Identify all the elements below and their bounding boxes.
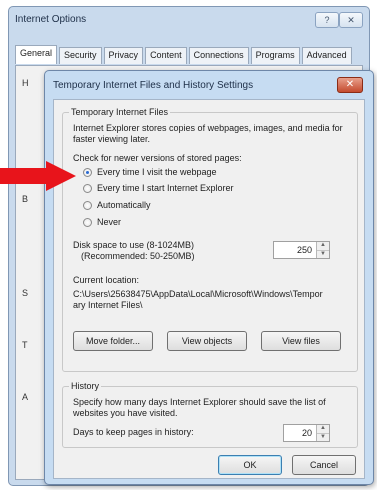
peek-text-t: T — [22, 340, 28, 350]
peek-text-h: H — [22, 78, 29, 88]
dialog-close-button[interactable]: ✕ — [337, 77, 363, 93]
history-group: History Specify how many days Internet E… — [62, 381, 358, 448]
current-location-label: Current location: — [73, 275, 140, 285]
check-newer-label: Check for newer versions of stored pages… — [73, 153, 242, 163]
history-description: Specify how many days Internet Explorer … — [73, 397, 326, 418]
tab-programs[interactable]: Programs — [250, 47, 300, 64]
tab-security[interactable]: Security — [59, 47, 102, 64]
view-objects-button[interactable]: View objects — [167, 331, 247, 351]
tab-strip: General Security Privacy Content Connect… — [15, 45, 354, 66]
temp-files-settings-dialog: Temporary Internet Files and History Set… — [44, 70, 374, 485]
disk-space-recommended: (Recommended: 50-250MB) — [81, 251, 195, 261]
spin-down-icon[interactable]: ▼ — [317, 432, 329, 441]
arrow-shape — [0, 161, 76, 191]
window-title: Internet Options — [15, 14, 87, 25]
cancel-button[interactable]: Cancel — [292, 455, 356, 475]
radio-button[interactable] — [83, 183, 92, 193]
ok-button[interactable]: OK — [218, 455, 282, 475]
disk-space-value[interactable]: 250 — [274, 242, 316, 258]
radio-automatically-label: Automatically — [97, 200, 151, 210]
radio-button[interactable] — [83, 200, 92, 210]
history-legend: History — [69, 381, 102, 391]
spin-up-icon[interactable]: ▲ — [317, 425, 329, 433]
radio-never[interactable]: Never — [83, 217, 121, 227]
peek-text-b: B — [22, 194, 29, 204]
window-close-button[interactable]: ✕ — [339, 12, 363, 28]
spin-down-icon[interactable]: ▼ — [317, 249, 329, 258]
temp-files-group: Temporary Internet Files Internet Explor… — [62, 107, 358, 372]
peek-text-s: S — [22, 288, 29, 298]
radio-every-visit-label: Every time I visit the webpage — [97, 167, 217, 177]
radio-automatically[interactable]: Automatically — [83, 200, 151, 210]
tab-advanced[interactable]: Advanced — [301, 47, 352, 64]
radio-button-checked[interactable] — [83, 167, 92, 177]
days-to-keep-spinner[interactable]: 20 ▲ ▼ — [283, 424, 330, 442]
days-to-keep-label: Days to keep pages in history: — [73, 427, 194, 437]
peek-text-a: A — [22, 392, 29, 402]
radio-every-visit[interactable]: Every time I visit the webpage — [83, 167, 217, 177]
spin-up-icon[interactable]: ▲ — [317, 242, 329, 250]
dialog-title: Temporary Internet Files and History Set… — [53, 80, 254, 91]
move-folder-button[interactable]: Move folder... — [73, 331, 153, 351]
view-files-button[interactable]: View files — [261, 331, 341, 351]
temp-files-description: Internet Explorer stores copies of webpa… — [73, 123, 343, 144]
disk-space-label: Disk space to use (8-1024MB) — [73, 240, 195, 250]
help-button[interactable]: ? — [315, 12, 339, 28]
tab-connections[interactable]: Connections — [188, 47, 249, 64]
red-arrow-annotation — [0, 161, 76, 191]
current-location-path: C:\Users\25638475\AppData\Local\Microsof… — [73, 289, 323, 310]
radio-button[interactable] — [83, 217, 92, 227]
dialog-body: Temporary Internet Files Internet Explor… — [53, 99, 365, 479]
disk-space-spinner[interactable]: 250 ▲ ▼ — [273, 241, 330, 259]
radio-every-start-label: Every time I start Internet Explorer — [97, 183, 234, 193]
temp-files-legend: Temporary Internet Files — [69, 107, 171, 117]
days-to-keep-value[interactable]: 20 — [284, 425, 316, 441]
tab-content[interactable]: Content — [145, 47, 187, 64]
radio-every-start[interactable]: Every time I start Internet Explorer — [83, 183, 234, 193]
tab-privacy[interactable]: Privacy — [103, 47, 144, 64]
radio-never-label: Never — [97, 217, 122, 227]
tab-general[interactable]: General — [15, 45, 58, 64]
